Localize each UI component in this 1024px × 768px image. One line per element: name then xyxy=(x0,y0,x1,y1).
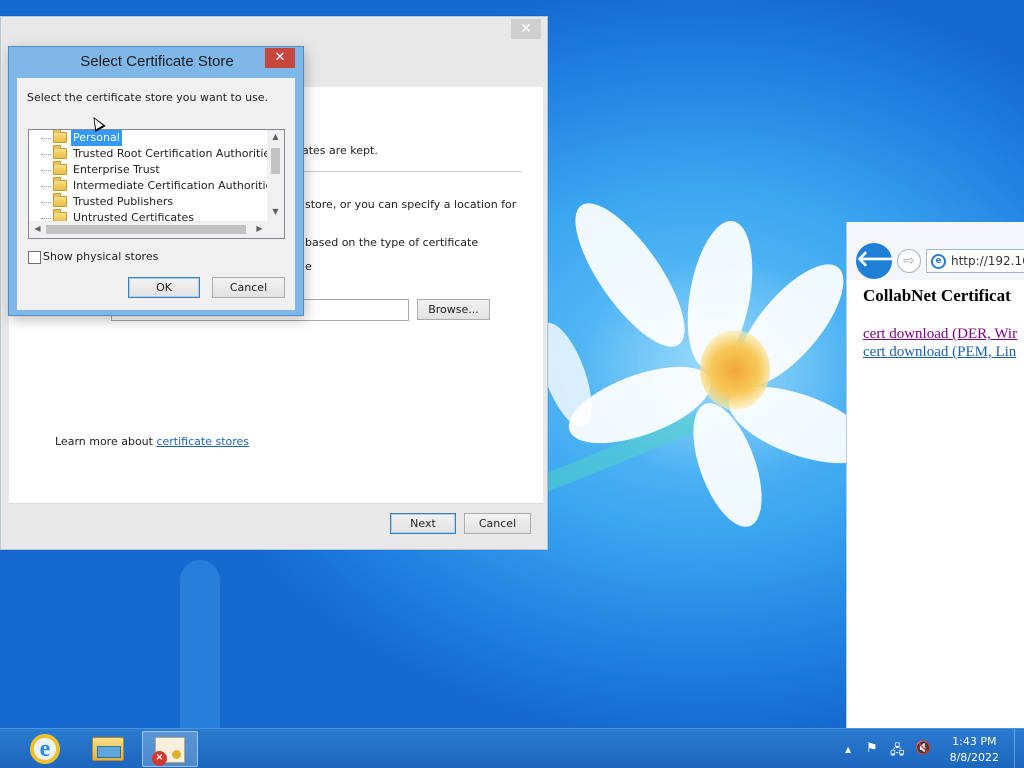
tree-connector xyxy=(41,186,51,187)
next-button[interactable]: Next xyxy=(390,513,456,534)
wallpaper-flower-center xyxy=(700,330,770,410)
tree-horizontal-scrollbar[interactable]: ◀ ▶ xyxy=(29,221,284,238)
internet-explorer-icon: e xyxy=(30,734,60,764)
show-physical-stores-label: Show physical stores xyxy=(43,250,159,263)
taskbar-internet-explorer[interactable]: e xyxy=(17,731,73,767)
tree-vertical-scrollbar[interactable]: ▲ ▼ xyxy=(267,130,284,221)
dialog-close-button[interactable]: ✕ xyxy=(265,48,295,68)
certificate-stores-link[interactable]: certificate stores xyxy=(156,435,249,448)
scroll-left-arrow-icon[interactable]: ◀ xyxy=(29,224,46,233)
tree-connector xyxy=(41,138,51,139)
tree-connector xyxy=(41,202,51,203)
folder-icon xyxy=(53,161,67,175)
select-certificate-store-dialog: Select Certificate Store ✕ Select the ce… xyxy=(8,46,304,316)
tree-connector xyxy=(41,170,51,171)
tree-item-label: Intermediate Certification Authorities xyxy=(73,179,279,192)
show-physical-stores-checkbox[interactable] xyxy=(28,251,41,264)
network-icon[interactable]: 🖧 xyxy=(890,741,905,763)
dialog-instruction: Select the certificate store you want to… xyxy=(27,91,269,104)
cert-download-pem-link[interactable]: cert download (PEM, Lin xyxy=(863,344,1016,361)
browse-button[interactable]: Browse... xyxy=(417,299,490,320)
wallpaper-petal xyxy=(556,188,704,362)
internet-explorer-window: 🡐 ⇨ e http://192.168 CollabNet Certifica… xyxy=(846,222,1024,728)
folder-icon xyxy=(53,130,67,143)
tree-item-enterprise-trust[interactable]: Enterprise Trust xyxy=(29,161,269,178)
certificate-store-tree[interactable]: Personal Trusted Root Certification Auth… xyxy=(28,129,285,239)
forward-arrow-icon[interactable]: ⇨ xyxy=(897,249,921,273)
learn-more-text: Learn more about certificate stores xyxy=(55,435,249,448)
dialog-cancel-button[interactable]: Cancel xyxy=(212,277,285,298)
scroll-down-arrow-icon[interactable]: ▼ xyxy=(267,207,284,216)
wizard-description-text: store, or you can specify a location for xyxy=(305,198,517,211)
show-desktop-button[interactable] xyxy=(1014,729,1024,768)
page-heading: CollabNet Certificat xyxy=(863,286,1011,305)
folder-icon xyxy=(53,193,67,207)
browser-toolbar: 🡐 ⇨ e http://192.168 xyxy=(847,222,1024,280)
dialog-client-area: Select the certificate store you want to… xyxy=(17,78,295,310)
cert-download-der-link[interactable]: cert download (DER, Wir xyxy=(863,326,1017,343)
taskbar-certificate-wizard[interactable]: × xyxy=(142,731,198,767)
tree-item-label: Enterprise Trust xyxy=(73,163,160,176)
tree-item-trusted-publishers[interactable]: Trusted Publishers xyxy=(29,193,269,210)
wizard-description-text: e xyxy=(305,260,312,273)
learn-more-prefix: Learn more about xyxy=(55,435,157,448)
horizontal-scroll-thumb[interactable] xyxy=(46,225,246,234)
wizard-cancel-button[interactable]: Cancel xyxy=(464,513,531,534)
clock-date: 8/8/2022 xyxy=(949,751,999,764)
scroll-right-arrow-icon[interactable]: ▶ xyxy=(251,224,268,233)
wallpaper-stem xyxy=(180,560,220,728)
taskbar-file-explorer[interactable] xyxy=(80,731,136,767)
clock-time: 1:43 PM xyxy=(952,735,997,748)
tree-item-label: Trusted Root Certification Authorities xyxy=(73,147,276,160)
tree-item-intermediate[interactable]: Intermediate Certification Authorities xyxy=(29,177,278,194)
scroll-up-arrow-icon[interactable]: ▲ xyxy=(267,132,284,141)
tree-item-label: Personal xyxy=(71,130,122,146)
tree-connector xyxy=(41,218,51,219)
error-badge-icon: × xyxy=(152,751,167,766)
tree-connector xyxy=(41,154,51,155)
tree-item-label: Trusted Publishers xyxy=(73,195,174,208)
ie-page-icon: e xyxy=(931,254,946,269)
system-clock[interactable]: 1:43 PM 8/8/2022 xyxy=(950,734,999,766)
wizard-footer-divider xyxy=(9,503,543,504)
folder-icon xyxy=(53,177,67,191)
file-explorer-icon xyxy=(92,737,124,761)
address-text: http://192.168 xyxy=(951,254,1024,268)
ok-button[interactable]: OK xyxy=(128,277,200,298)
tree-item-personal[interactable]: Personal xyxy=(29,130,269,146)
dialog-title: Select Certificate Store xyxy=(80,53,234,70)
tree-item-trusted-root[interactable]: Trusted Root Certification Authorities xyxy=(29,145,276,162)
taskbar: e × ▲ ⚑ 🖧 🔇 1:43 PM 8/8/2022 xyxy=(0,728,1024,768)
back-arrow-icon[interactable]: 🡐 xyxy=(856,243,915,279)
address-bar[interactable]: e http://192.168 xyxy=(926,249,1024,273)
certificate-icon: × xyxy=(152,737,185,766)
show-hidden-icons-icon[interactable]: ▲ xyxy=(845,745,851,754)
action-center-flag-icon[interactable]: ⚑ xyxy=(866,741,878,756)
folder-icon xyxy=(53,145,67,159)
certificate-seal-icon xyxy=(172,750,181,759)
volume-muted-icon[interactable]: 🔇 xyxy=(915,741,931,756)
vertical-scroll-thumb[interactable] xyxy=(271,148,280,174)
wizard-close-button[interactable]: ✕ xyxy=(511,19,541,39)
wizard-description-text: based on the type of certificate xyxy=(305,236,479,249)
